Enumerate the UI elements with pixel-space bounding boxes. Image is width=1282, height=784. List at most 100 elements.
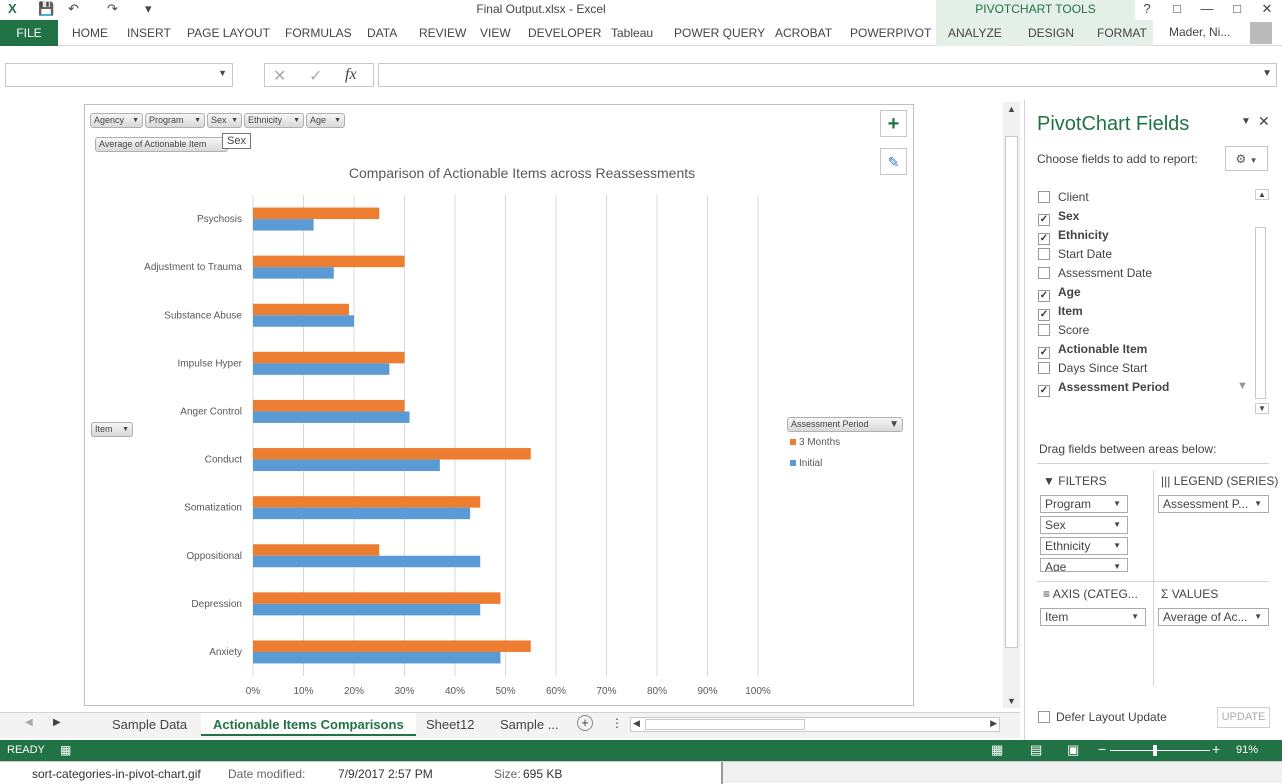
filter-button-program[interactable]: Program ▼: [145, 113, 205, 128]
update-button[interactable]: UPDATE: [1217, 707, 1270, 728]
filter-field-program[interactable]: Program ▼: [1040, 495, 1128, 513]
tab-view[interactable]: VIEW: [480, 26, 511, 40]
page-break-view-icon[interactable]: ▣: [1067, 742, 1079, 758]
name-box[interactable]: ▼: [5, 63, 233, 87]
field-start-date[interactable]: Start Date: [1038, 247, 1112, 261]
zoom-out-icon[interactable]: −: [1098, 741, 1106, 757]
tab-analyze[interactable]: ANALYZE: [948, 26, 1002, 40]
tab-home[interactable]: HOME: [72, 26, 108, 40]
user-name[interactable]: Mader, Ni...: [1169, 25, 1230, 39]
formula-input[interactable]: ▼: [378, 63, 1277, 87]
zoom-slider-track[interactable]: [1110, 750, 1210, 751]
insert-function-icon[interactable]: fx: [345, 66, 357, 84]
tab-tableau[interactable]: Tableau: [611, 26, 653, 40]
checkbox[interactable]: ✓: [1038, 214, 1050, 226]
filter-field-age[interactable]: Age ▼: [1040, 558, 1128, 572]
tab-design[interactable]: DESIGN: [1028, 26, 1074, 40]
checkbox[interactable]: [1038, 711, 1050, 723]
value-field-button[interactable]: Average of Actionable Item: [95, 137, 228, 152]
checkbox[interactable]: ✓: [1038, 309, 1050, 321]
values-field-average[interactable]: Average of Ac... ▼: [1158, 608, 1269, 626]
checkbox[interactable]: [1038, 267, 1050, 279]
close-pane-icon[interactable]: ✕: [1258, 113, 1270, 130]
checkbox[interactable]: [1038, 191, 1050, 203]
zoom-level[interactable]: 91%: [1236, 744, 1258, 756]
filter-button-sex[interactable]: Sex ▼: [207, 113, 242, 128]
chart-styles-button[interactable]: ✎: [880, 148, 907, 175]
tab-format[interactable]: FORMAT: [1097, 26, 1147, 40]
axis-field-button[interactable]: Item ▼: [91, 422, 133, 437]
field-ethnicity[interactable]: ✓ Ethnicity: [1038, 228, 1109, 245]
field-assessment-date[interactable]: Assessment Date: [1038, 266, 1152, 280]
normal-view-icon[interactable]: ▦: [991, 742, 1003, 758]
legend-field-assessment-period[interactable]: Assessment P... ▼: [1158, 495, 1269, 513]
vertical-scroll-thumb[interactable]: [1005, 136, 1018, 648]
help-icon[interactable]: ?: [1132, 0, 1162, 18]
minimize-icon[interactable]: —: [1192, 0, 1222, 18]
tools-button[interactable]: ⚙ ▼: [1225, 146, 1268, 171]
chevron-down-icon[interactable]: ▼: [218, 68, 227, 78]
tab-file[interactable]: FILE: [0, 20, 58, 46]
next-sheet-icon[interactable]: ▶: [53, 717, 61, 728]
macro-icon[interactable]: ▦: [60, 743, 71, 757]
add-sheet-icon[interactable]: +: [577, 715, 593, 731]
scroll-right-icon[interactable]: ▶: [990, 718, 997, 729]
legend-field-button[interactable]: Assessment Period ▼: [787, 417, 903, 432]
checkbox[interactable]: ✓: [1038, 347, 1050, 359]
field-score[interactable]: Score: [1038, 323, 1089, 337]
sheet-tab-actionable-items[interactable]: Actionable Items Comparisons: [201, 713, 416, 736]
enter-icon[interactable]: ✓: [309, 66, 322, 86]
pane-options-icon[interactable]: ▼: [1241, 116, 1251, 127]
close-icon[interactable]: ✕: [1252, 0, 1282, 18]
defer-layout-checkbox[interactable]: Defer Layout Update: [1038, 710, 1167, 724]
chart-title[interactable]: Comparison of Actionable Items across Re…: [200, 165, 844, 181]
zoom-slider-thumb[interactable]: [1153, 745, 1157, 756]
tab-insert[interactable]: INSERT: [127, 26, 171, 40]
tab-power-query[interactable]: POWER QUERY: [674, 26, 765, 40]
tab-powerpivot[interactable]: POWERPIVOT: [850, 26, 931, 40]
sheet-tab-sample-data[interactable]: Sample Data: [100, 713, 199, 736]
checkbox[interactable]: ✓: [1038, 233, 1050, 245]
field-item[interactable]: ✓ Item: [1038, 304, 1083, 321]
page-layout-view-icon[interactable]: ▤: [1030, 742, 1042, 758]
tab-data[interactable]: DATA: [367, 26, 397, 40]
filter-button-age[interactable]: Age ▼: [306, 113, 345, 128]
horizontal-scroll-thumb[interactable]: [645, 719, 805, 730]
checkbox[interactable]: ✓: [1038, 290, 1050, 302]
scroll-left-icon[interactable]: ◀: [633, 718, 640, 729]
checkbox[interactable]: [1038, 362, 1050, 374]
maximize-icon[interactable]: □: [1222, 0, 1252, 18]
filter-button-agency[interactable]: Agency ▼: [90, 113, 143, 128]
chart-elements-button[interactable]: +: [880, 110, 907, 137]
field-sex[interactable]: ✓ Sex: [1038, 209, 1079, 226]
field-list-scroll-thumb[interactable]: [1255, 227, 1266, 399]
tab-formulas[interactable]: FORMULAS: [285, 26, 352, 40]
more-icon[interactable]: ⋮: [611, 716, 623, 730]
prev-sheet-icon[interactable]: ◀: [25, 717, 33, 728]
avatar[interactable]: [1250, 22, 1272, 44]
sheet-tab-sheet12[interactable]: Sheet12: [414, 713, 486, 736]
checkbox[interactable]: [1038, 248, 1050, 260]
field-client[interactable]: Client: [1038, 190, 1089, 204]
ribbon-display-icon[interactable]: □: [1162, 0, 1192, 18]
tab-review[interactable]: REVIEW: [419, 26, 466, 40]
tab-developer[interactable]: DEVELOPER: [528, 26, 601, 40]
field-age[interactable]: ✓ Age: [1038, 285, 1081, 302]
checkbox[interactable]: ✓: [1038, 385, 1050, 397]
filter-field-ethnicity[interactable]: Ethnicity ▼: [1040, 537, 1128, 555]
checkbox[interactable]: [1038, 324, 1050, 336]
scroll-up-icon[interactable]: ▲: [1255, 189, 1269, 200]
filter-field-sex[interactable]: Sex ▼: [1040, 516, 1128, 534]
field-actionable-item[interactable]: ✓ Actionable Item: [1038, 342, 1147, 359]
tab-page-layout[interactable]: PAGE LAYOUT: [187, 26, 270, 40]
cancel-icon[interactable]: ✕: [273, 66, 286, 86]
axis-field-item[interactable]: Item ▼: [1040, 608, 1146, 626]
scroll-down-icon[interactable]: ▼: [1255, 403, 1269, 414]
field-days-since-start[interactable]: Days Since Start: [1038, 361, 1147, 375]
scroll-down-icon[interactable]: ▼: [1007, 696, 1016, 706]
field-assessment-period[interactable]: ✓ Assessment Period: [1038, 380, 1169, 397]
zoom-in-icon[interactable]: +: [1212, 741, 1220, 757]
field-list-scrollbar[interactable]: ▲ ▼: [1253, 187, 1269, 417]
sheet-tab-sample[interactable]: Sample ...: [488, 713, 571, 736]
expand-formula-icon[interactable]: ▼: [1262, 68, 1272, 79]
